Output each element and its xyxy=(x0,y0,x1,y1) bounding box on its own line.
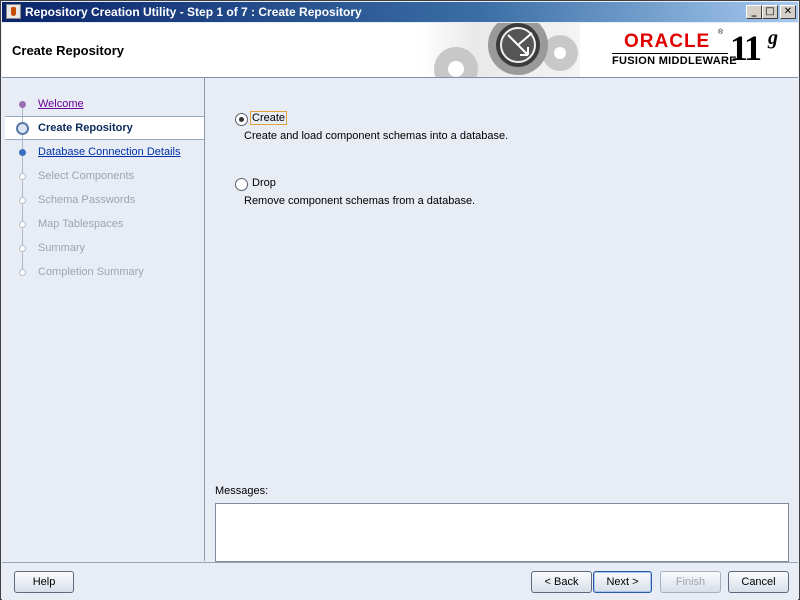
button-bar: Help < Back Next > Finish Cancel xyxy=(2,562,798,600)
step-completion-summary: Completion Summary xyxy=(5,260,204,284)
step-label: Schema Passwords xyxy=(38,194,136,206)
help-button[interactable]: Help xyxy=(14,571,74,593)
wizard-steps-sidebar: Welcome Create Repository Database Conne… xyxy=(5,78,205,561)
messages-label: Messages: xyxy=(215,485,269,497)
step-summary: Summary xyxy=(5,236,204,260)
logo-rule xyxy=(612,53,728,54)
fusion-middleware-text: FUSION MIDDLEWARE xyxy=(612,55,737,67)
version-number: 11 xyxy=(730,28,762,68)
step-welcome[interactable]: Welcome xyxy=(5,92,204,116)
create-radio-label[interactable]: Create xyxy=(250,111,288,125)
step-list: Welcome Create Repository Database Conne… xyxy=(5,92,204,284)
step-pending-icon xyxy=(19,245,26,252)
create-description: Create and load component schemas into a… xyxy=(244,130,509,142)
step-visited-icon xyxy=(19,101,26,108)
step-pending-icon xyxy=(19,173,26,180)
oracle-brand-text: ORACLE xyxy=(624,31,711,52)
drop-description: Remove component schemas from a database… xyxy=(244,195,476,207)
page-header: Create Repository ORACLE ® FUSION MIDDLE… xyxy=(2,23,798,78)
back-button[interactable]: < Back xyxy=(531,571,592,593)
version-suffix: g xyxy=(768,27,778,49)
maximize-button[interactable]: □ xyxy=(762,5,778,19)
drop-radio[interactable] xyxy=(235,178,248,191)
close-button[interactable]: ✕ xyxy=(780,5,796,19)
messages-area[interactable] xyxy=(215,503,789,562)
page-title: Create Repository xyxy=(12,43,124,58)
gears-graphic-icon xyxy=(420,23,580,77)
step-pending-icon xyxy=(19,197,26,204)
step-label: Select Components xyxy=(38,170,134,182)
step-create-repository[interactable]: Create Repository xyxy=(5,116,204,141)
app-window: Repository Creation Utility - Step 1 of … xyxy=(0,0,800,600)
java-app-icon xyxy=(6,4,21,19)
step-label: Completion Summary xyxy=(38,266,144,278)
oracle-fusion-logo: ORACLE ® FUSION MIDDLEWARE 11 g xyxy=(610,27,790,73)
next-button[interactable]: Next > xyxy=(593,571,652,593)
step-pending-icon xyxy=(19,269,26,276)
registered-mark: ® xyxy=(718,29,724,36)
main-content: Create Create and load component schemas… xyxy=(205,78,799,562)
step-label: Summary xyxy=(38,242,86,254)
create-radio[interactable] xyxy=(235,113,248,126)
step-pending-icon xyxy=(19,221,26,228)
minimize-button[interactable]: _ xyxy=(746,5,762,19)
step-map-tablespaces: Map Tablespaces xyxy=(5,212,204,236)
step-label: Map Tablespaces xyxy=(38,218,124,230)
step-select-components: Select Components xyxy=(5,164,204,188)
step-label: Welcome xyxy=(38,98,84,110)
title-bar[interactable]: Repository Creation Utility - Step 1 of … xyxy=(2,2,798,22)
cancel-button[interactable]: Cancel xyxy=(728,571,789,593)
step-schema-passwords: Schema Passwords xyxy=(5,188,204,212)
window-title: Repository Creation Utility - Step 1 of … xyxy=(25,5,362,19)
drop-radio-label[interactable]: Drop xyxy=(251,177,277,189)
step-database-connection-details[interactable]: Database Connection Details xyxy=(5,140,204,164)
step-label: Database Connection Details xyxy=(38,146,181,158)
step-label: Create Repository xyxy=(38,122,133,134)
step-current-icon xyxy=(16,122,29,135)
step-next-icon xyxy=(19,149,26,156)
finish-button: Finish xyxy=(660,571,721,593)
